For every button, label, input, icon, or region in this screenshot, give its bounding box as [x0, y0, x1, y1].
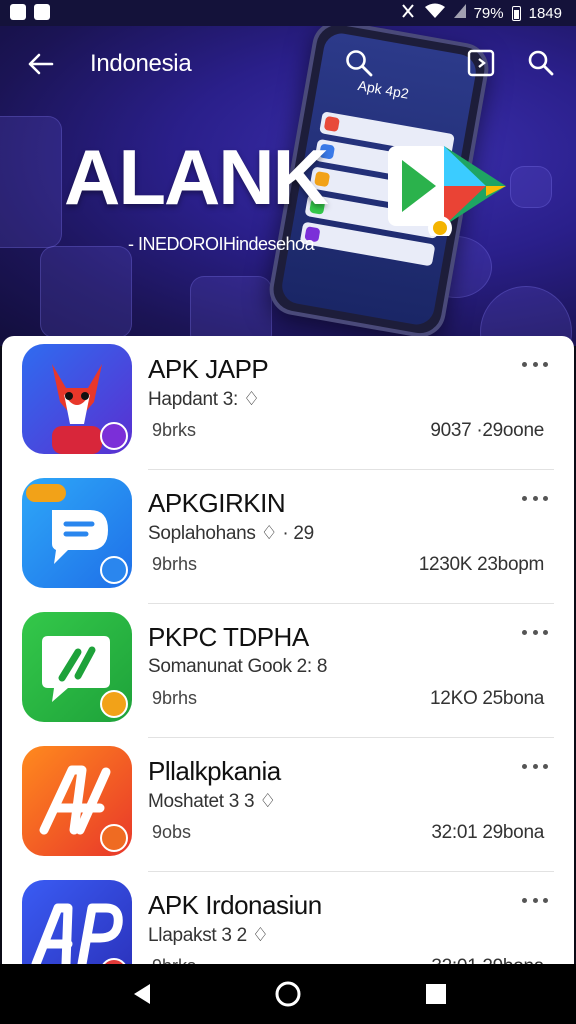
vibrate-icon — [400, 3, 416, 23]
app-stats: 9037 ·29oone — [430, 420, 544, 441]
install-icon[interactable] — [466, 48, 496, 78]
app-badge-icon — [100, 690, 128, 718]
battery-icon — [511, 5, 521, 21]
app-icon — [22, 880, 132, 964]
more-options-icon[interactable] — [522, 490, 548, 506]
hero-tagline: - INEDOROIHindesehoa — [128, 234, 315, 254]
background-device — [40, 246, 132, 338]
app-bar: Indonesia — [0, 26, 576, 102]
app-icon — [22, 746, 132, 856]
letters-ap-icon — [31, 903, 123, 964]
clock: 1849 — [528, 4, 562, 22]
app-stats: 32:01 29bona — [431, 956, 544, 964]
app-badge-icon — [100, 422, 128, 450]
notification-icon — [10, 4, 26, 20]
app-size: 9brhs — [152, 554, 198, 574]
app-size: 9obs — [152, 822, 192, 842]
app-name: APK JAPP — [148, 354, 269, 384]
app-badge-icon — [100, 824, 128, 852]
list-item[interactable]: APKGIRKIN Soplahohans ♢ · 29 9brhs 1230K… — [2, 470, 574, 604]
battery-percent: 79% — [473, 4, 504, 22]
app-subtitle: Hapdant 3: ♢ — [148, 389, 260, 410]
nav-home-icon[interactable] — [274, 980, 302, 1008]
app-name: PKPC TDPHA — [148, 622, 309, 652]
more-options-icon[interactable] — [522, 892, 548, 908]
system-nav-bar — [0, 964, 576, 1024]
app-name: APK Irdonasiun — [148, 890, 322, 920]
hero-brand-title: ALANK — [64, 133, 329, 221]
app-stats: 1230K 23bopm — [418, 554, 545, 575]
background-device — [510, 166, 552, 208]
app-badge-icon — [100, 556, 128, 584]
app-size: 9brks — [152, 420, 197, 440]
nav-back-icon[interactable] — [128, 980, 156, 1008]
app-icon — [22, 612, 132, 722]
search-icon[interactable] — [526, 48, 556, 78]
play-store-logo — [388, 146, 506, 236]
list-item[interactable]: APK JAPP Hapdant 3: ♢ 9brks 9037 ·29oone — [2, 336, 574, 470]
app-stats: 32:01 29bona — [431, 822, 544, 843]
more-options-icon[interactable] — [522, 356, 548, 372]
app-icon — [22, 344, 132, 454]
app-size: 9brhs — [152, 688, 198, 708]
hero-banner: Apk 4p2 ALANK - INEDOROIHindesehoa Indon… — [0, 26, 576, 346]
page-title: Indonesia — [90, 50, 192, 77]
search-icon[interactable] — [344, 48, 374, 78]
app-name: APKGIRKIN — [148, 488, 286, 518]
app-icon — [22, 478, 132, 588]
wifi-icon — [424, 3, 446, 23]
background-device — [0, 116, 62, 248]
app-subtitle: Moshatet 3 3 ♢ — [148, 791, 276, 812]
app-subtitle: Soplahohans ♢ · 29 — [148, 523, 314, 544]
list-item[interactable]: Pllalkpkania Moshatet 3 3 ♢ 9obs 32:01 2… — [2, 738, 574, 872]
more-options-icon[interactable] — [522, 624, 548, 640]
back-arrow-icon[interactable] — [26, 52, 54, 76]
app-name: Pllalkpkania — [148, 756, 281, 786]
notification-icon — [34, 4, 50, 20]
status-bar: 79% 1849 — [0, 0, 576, 26]
signal-icon — [453, 4, 466, 22]
list-item[interactable]: APK Irdonasiun Llapakst 3 2 ♢ 9brks 32:0… — [2, 872, 574, 964]
list-item[interactable]: PKPC TDPHA Somanunat Gook 2: 8 9brhs 12K… — [2, 604, 574, 738]
app-size: 9brks — [152, 956, 196, 964]
more-options-icon[interactable] — [522, 758, 548, 774]
app-subtitle: Somanunat Gook 2: 8 — [148, 656, 328, 677]
app-stats: 12KO 25bona — [430, 688, 544, 709]
nav-recents-icon[interactable] — [422, 980, 450, 1008]
app-list: APK JAPP Hapdant 3: ♢ 9brks 9037 ·29oone… — [2, 336, 574, 964]
app-subtitle: Llapakst 3 2 ♢ — [148, 925, 269, 946]
